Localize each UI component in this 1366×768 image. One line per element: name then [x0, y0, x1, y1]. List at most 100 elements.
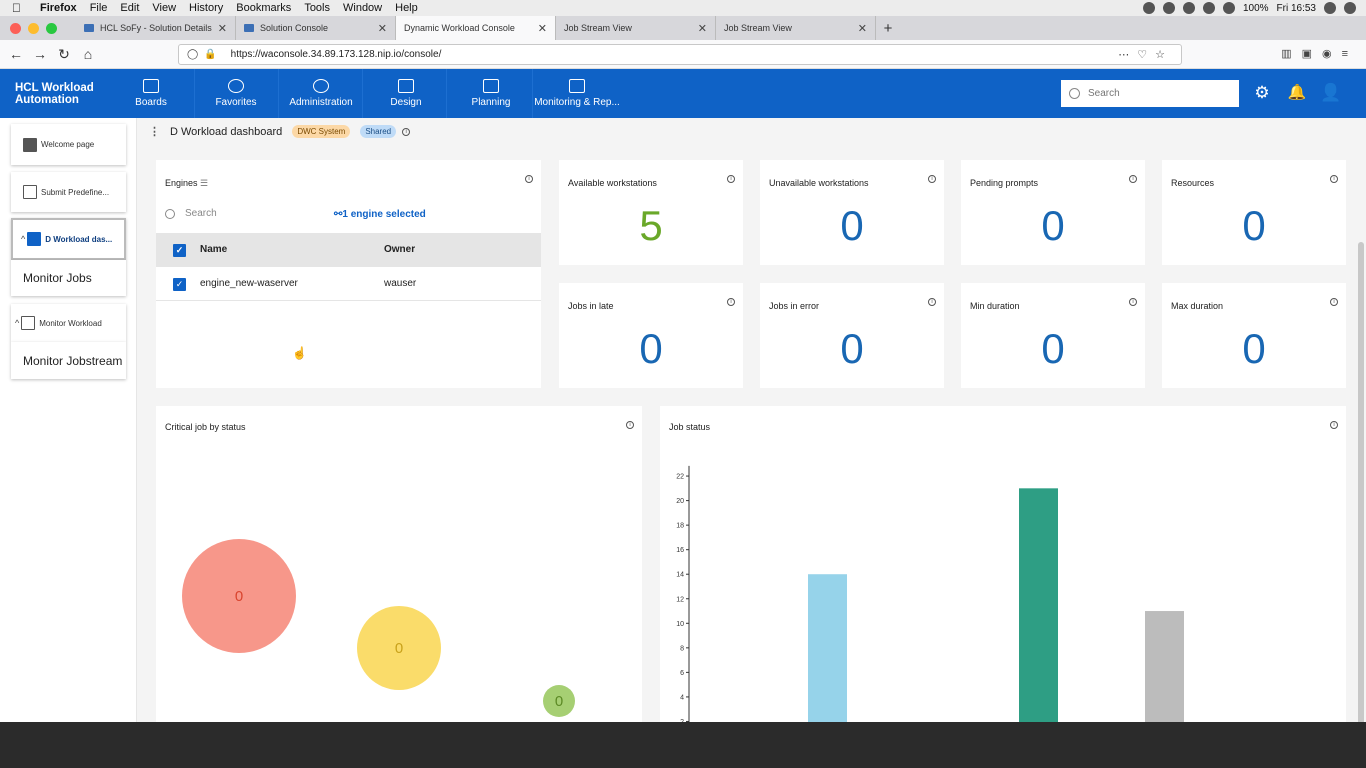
browser-tab[interactable]: HCL SoFy - Solution Details ✕: [76, 16, 236, 40]
header-search[interactable]: [1061, 80, 1239, 107]
row-checkbox[interactable]: ✓: [173, 278, 186, 291]
browser-tab[interactable]: Solution Console ✕: [236, 16, 396, 40]
minimize-window-button[interactable]: [28, 22, 39, 34]
apple-icon[interactable]: : [12, 1, 26, 15]
nav-administration[interactable]: Administration: [280, 69, 362, 118]
home-icon[interactable]: ⌂: [76, 46, 100, 62]
metric-card[interactable]: Pending prompts i 0: [961, 160, 1145, 265]
info-icon[interactable]: i: [402, 127, 411, 136]
rail-label: Submit Predefine...: [41, 187, 110, 197]
column-owner[interactable]: Owner: [384, 244, 415, 255]
dashboard-main: ⋮ D Workload dashboard DWC System Shared…: [137, 118, 1366, 722]
forward-icon[interactable]: →: [28, 46, 52, 62]
back-icon[interactable]: ←: [4, 46, 28, 62]
menu-view[interactable]: View: [152, 2, 176, 14]
pointer-cursor-icon: ☝: [292, 346, 307, 360]
nav-favorites[interactable]: Favorites: [200, 69, 272, 118]
menu-history[interactable]: History: [189, 2, 223, 14]
browser-tab[interactable]: Job Stream View ✕: [556, 16, 716, 40]
column-name[interactable]: Name: [200, 244, 227, 255]
rail-submit-predefined[interactable]: Submit Predefine...: [11, 172, 126, 212]
header-search-input[interactable]: [1088, 88, 1228, 99]
menu-bookmarks[interactable]: Bookmarks: [236, 2, 291, 14]
menubar-status: 100% Fri 16:53: [1142, 0, 1356, 16]
status-icon[interactable]: [1182, 2, 1195, 14]
bell-icon[interactable]: 🔔: [1287, 83, 1307, 103]
zoom-window-button[interactable]: [46, 22, 57, 34]
page-actions-icon[interactable]: ⋯♡☆: [1118, 48, 1173, 61]
metric-card[interactable]: Min duration i 0: [961, 283, 1145, 388]
user-icon[interactable]: 👤: [1320, 83, 1341, 103]
new-tab-icon[interactable]: +: [876, 16, 900, 40]
bubble-critical-yellow[interactable]: 0: [357, 606, 441, 690]
menu-file[interactable]: File: [90, 2, 108, 14]
wifi-icon[interactable]: [1202, 2, 1215, 14]
metric-card[interactable]: Jobs in error i 0: [760, 283, 944, 388]
tab-close-icon[interactable]: ✕: [698, 22, 707, 35]
reload-icon[interactable]: ↻: [52, 46, 76, 63]
nav-label: Administration: [289, 97, 353, 108]
siri-icon[interactable]: [1344, 2, 1356, 14]
collapse-icon[interactable]: ^: [15, 318, 19, 328]
menu-tools[interactable]: Tools: [304, 2, 330, 14]
gear-icon[interactable]: ⚙: [1252, 83, 1272, 103]
rail-monitor-jobstream[interactable]: Monitor Jobstream: [11, 342, 126, 379]
nav-design[interactable]: Design: [368, 69, 444, 118]
tab-close-icon[interactable]: ✕: [218, 22, 227, 35]
job-status-bar[interactable]: [808, 574, 847, 722]
menu-edit[interactable]: Edit: [120, 2, 139, 14]
info-icon[interactable]: i: [1330, 175, 1338, 183]
security-icons[interactable]: ◯🔒: [187, 49, 223, 60]
rail-monitor-jobs[interactable]: Monitor Jobs: [11, 260, 126, 296]
info-icon[interactable]: i: [525, 175, 533, 183]
info-icon[interactable]: i: [727, 175, 735, 183]
rail-workload-dashboard[interactable]: ^ D Workload das...: [11, 218, 126, 260]
status-icon[interactable]: [1162, 2, 1175, 14]
nav-planning[interactable]: Planning: [452, 69, 530, 118]
job-status-bar[interactable]: [1019, 488, 1058, 722]
metric-label: Resources: [1171, 178, 1215, 188]
info-icon[interactable]: i: [727, 298, 735, 306]
collapse-icon[interactable]: ^: [21, 234, 25, 244]
metric-card[interactable]: Unavailable workstations i 0: [760, 160, 944, 265]
info-icon[interactable]: i: [1129, 175, 1137, 183]
bubble-critical-green[interactable]: 0: [543, 685, 575, 717]
overflow-menu-icon[interactable]: ⋮: [149, 125, 160, 138]
job-status-bar[interactable]: [1145, 611, 1184, 722]
nav-monitoring[interactable]: Monitoring & Rep...: [532, 69, 622, 118]
brand[interactable]: HCL Workload Automation: [15, 82, 94, 106]
browser-tab[interactable]: Job Stream View ✕: [716, 16, 876, 40]
filter-icon[interactable]: ☰: [200, 178, 208, 188]
nav-boards[interactable]: Boards: [120, 69, 182, 118]
clock[interactable]: Fri 16:53: [1277, 3, 1316, 14]
status-icon[interactable]: [1142, 2, 1155, 14]
info-icon[interactable]: i: [928, 298, 936, 306]
tab-close-icon[interactable]: ✕: [378, 22, 387, 35]
metric-card[interactable]: Available workstations i 5: [559, 160, 743, 265]
url-bar[interactable]: ◯🔒 https://waconsole.34.89.173.128.nip.i…: [178, 44, 1182, 65]
rail-welcome-page[interactable]: Welcome page: [11, 124, 126, 165]
menu-app[interactable]: Firefox: [40, 2, 77, 14]
engines-search[interactable]: Search: [165, 208, 217, 219]
info-icon[interactable]: i: [626, 421, 634, 429]
page-scrollbar[interactable]: [1358, 242, 1364, 722]
menu-window[interactable]: Window: [343, 2, 382, 14]
toolbar-icons[interactable]: ▥▣◉≡: [1281, 47, 1358, 60]
info-icon[interactable]: i: [1129, 298, 1137, 306]
spotlight-icon[interactable]: [1324, 2, 1336, 14]
info-icon[interactable]: i: [928, 175, 936, 183]
browser-tab-active[interactable]: Dynamic Workload Console ✕: [396, 16, 556, 40]
info-icon[interactable]: i: [1330, 298, 1338, 306]
rail-monitor-workload[interactable]: ^ Monitor Workload: [11, 304, 126, 342]
menu-help[interactable]: Help: [395, 2, 418, 14]
metric-card[interactable]: Resources i 0: [1162, 160, 1346, 265]
volume-icon[interactable]: [1222, 2, 1235, 14]
tab-close-icon[interactable]: ✕: [538, 22, 547, 35]
tab-close-icon[interactable]: ✕: [858, 22, 867, 35]
table-row[interactable]: ✓ engine_new-waserver wauser: [156, 267, 541, 301]
metric-card[interactable]: Jobs in late i 0: [559, 283, 743, 388]
close-window-button[interactable]: [10, 22, 21, 34]
select-all-checkbox[interactable]: ✓: [173, 244, 186, 257]
bubble-critical-red[interactable]: 0: [182, 539, 296, 653]
metric-card[interactable]: Max duration i 0: [1162, 283, 1346, 388]
